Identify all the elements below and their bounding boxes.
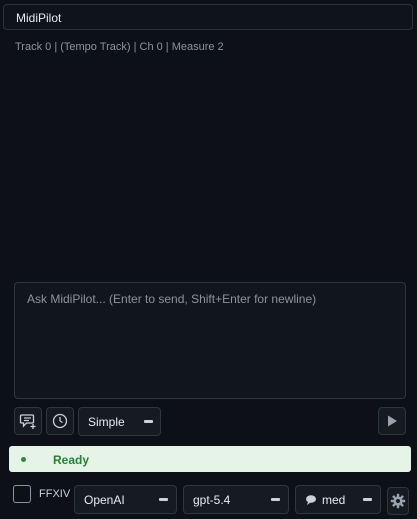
status-indicator-icon (21, 457, 26, 462)
model-select-value: gpt-5.4 (193, 493, 231, 507)
history-button[interactable] (46, 407, 74, 435)
provider-select[interactable]: OpenAI (74, 485, 177, 514)
dropdown-indicator-icon (271, 498, 280, 501)
chat-history-area (3, 60, 413, 274)
reasoning-select-value: med (322, 493, 346, 507)
app-title: MidiPilot (16, 11, 62, 25)
new-chat-icon (19, 414, 36, 429)
app-title-bar: MidiPilot (3, 4, 413, 30)
dropdown-indicator-icon (363, 498, 372, 501)
history-icon (52, 413, 68, 429)
status-bar: Ready (9, 446, 411, 472)
reasoning-icon (306, 495, 316, 505)
status-text: Ready (53, 453, 90, 467)
model-select[interactable]: gpt-5.4 (183, 485, 289, 514)
send-button[interactable] (378, 407, 406, 435)
prompt-placeholder: Ask MidiPilot... (Enter to send, Shift+E… (27, 292, 317, 306)
reasoning-select[interactable]: med (295, 485, 381, 514)
ffxiv-checkbox-label: FFXIV (39, 488, 71, 500)
new-chat-button[interactable] (14, 407, 42, 435)
dropdown-indicator-icon (159, 498, 168, 501)
dropdown-indicator-icon (144, 420, 153, 423)
ffxiv-checkbox[interactable] (13, 485, 31, 503)
context-info: Track 0 | (Tempo Track) | Ch 0 | Measure… (15, 41, 224, 53)
provider-select-value: OpenAI (84, 493, 125, 507)
mode-select[interactable]: Simple (78, 407, 161, 436)
prompt-input[interactable]: Ask MidiPilot... (Enter to send, Shift+E… (14, 282, 406, 399)
send-icon (388, 415, 397, 427)
settings-button[interactable] (387, 487, 409, 515)
mode-select-value: Simple (88, 415, 125, 429)
settings-icon (390, 493, 406, 509)
